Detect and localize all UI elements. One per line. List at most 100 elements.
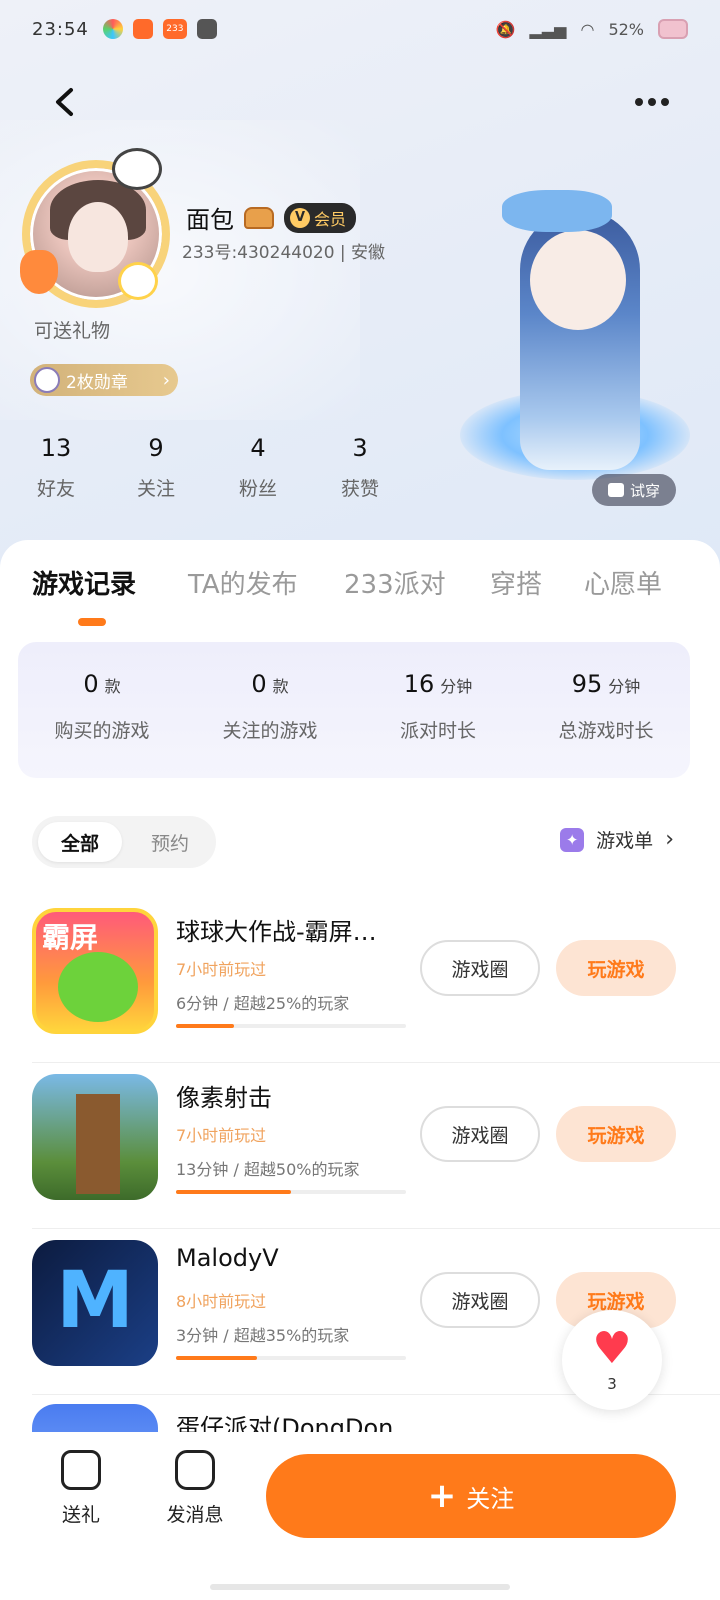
filter-all[interactable]: 全部 — [38, 822, 122, 862]
send-gift-button[interactable]: 送礼 — [36, 1450, 126, 1527]
game-progress-bar — [176, 1356, 406, 1360]
tab-posts[interactable]: TA的发布 — [188, 564, 298, 601]
summary-value: 16 — [403, 670, 435, 698]
stat-label: 获赞 — [340, 478, 379, 500]
tab-party[interactable]: 233派对 — [344, 564, 446, 601]
game-icon[interactable] — [32, 1074, 158, 1200]
game-last-played: 7小时前玩过 — [176, 960, 267, 979]
avatar-face — [68, 202, 128, 272]
play-game-button[interactable]: 玩游戏 — [556, 1106, 676, 1162]
character-bow — [502, 190, 612, 232]
more-icon — [635, 98, 643, 106]
gift-icon — [61, 1450, 101, 1490]
top-nav — [0, 78, 720, 126]
summary-label: 总游戏时长 — [558, 720, 654, 742]
like-button[interactable]: ♥ 3 — [562, 1310, 662, 1410]
stat-likes[interactable]: 3 获赞 — [320, 434, 400, 501]
game-last-played: 8小时前玩过 — [176, 1292, 267, 1311]
sparkle-icon: ✦ — [560, 827, 585, 852]
avatar-frame-carrot-icon — [20, 250, 58, 294]
game-duration: 13分钟 / 超越50%的玩家 — [176, 1160, 360, 1179]
more-icon-dot — [661, 98, 669, 106]
game-summary-card: 0款 购买的游戏 0款 关注的游戏 16 分钟 派对时长 95 分钟 总游戏时长 — [18, 642, 690, 778]
vip-label: 会员 — [314, 209, 347, 229]
stat-friends[interactable]: 13 好友 — [16, 434, 96, 501]
game-row[interactable]: 霸屏 球球大作战-霸屏… 7小时前玩过 6分钟 / 超越25%的玩家 游戏圈 玩… — [0, 908, 720, 1074]
app-notification-icon — [132, 19, 153, 39]
game-icon[interactable]: M — [32, 1240, 158, 1366]
stat-label: 关注 — [136, 478, 175, 500]
summary-label: 购买的游戏 — [54, 720, 150, 742]
tab-indicator — [78, 618, 106, 626]
avatar-character[interactable] — [460, 190, 690, 490]
summary-label: 派对时长 — [399, 720, 476, 742]
app-notification-icon — [196, 19, 217, 39]
tab-game-records[interactable]: 游戏记录 — [32, 564, 136, 601]
medal-text: 2枚勋章 — [66, 372, 128, 393]
summary-followed: 0款 关注的游戏 — [186, 670, 354, 743]
avatar-frame-cat-icon — [112, 148, 162, 190]
stat-number: 9 — [148, 434, 164, 462]
username-row: 面包 V 会员 — [186, 200, 357, 235]
gamelist-link[interactable]: ✦ 游戏单 › — [560, 826, 674, 853]
user-id-location: 233号:430244020 | 安徽 — [182, 243, 386, 263]
tab-wishlist[interactable]: 心愿单 — [584, 564, 662, 601]
bell-off-icon: 🔕 — [495, 19, 516, 39]
summary-unit: 款 — [272, 677, 289, 696]
game-progress-fill — [176, 1356, 257, 1360]
tab-outfits[interactable]: 穿搭 — [490, 564, 542, 601]
game-name: 像素射击 — [176, 1084, 272, 1112]
follow-label: 关注 — [466, 1484, 515, 1513]
app-notification-icon — [102, 19, 123, 39]
bottom-action-bar: 送礼 发消息 + 关注 — [0, 1432, 720, 1600]
game-progress-bar — [176, 1190, 406, 1194]
gamelist-label: 游戏单 — [596, 830, 654, 852]
app-233-icon: 233 — [162, 19, 187, 39]
stat-following[interactable]: 9 关注 — [116, 434, 196, 501]
battery-percent: 52% — [608, 19, 644, 39]
status-time: 23:54 — [32, 18, 89, 40]
game-progress-bar — [176, 1024, 406, 1028]
game-row[interactable]: 像素射击 7小时前玩过 13分钟 / 超越50%的玩家 游戏圈 玩游戏 — [0, 1074, 720, 1240]
send-message-label: 发消息 — [166, 1504, 224, 1526]
message-icon — [175, 1450, 215, 1490]
vip-badge[interactable]: V 会员 — [284, 202, 357, 233]
stat-label: 粉丝 — [238, 478, 277, 500]
game-icon-art — [76, 1094, 120, 1194]
game-circle-button[interactable]: 游戏圈 — [420, 1106, 540, 1162]
game-icon[interactable]: 霸屏 — [32, 908, 158, 1034]
plus-icon: + — [427, 1476, 457, 1516]
summary-unit: 分钟 — [440, 677, 473, 696]
try-on-label: 试穿 — [629, 481, 660, 500]
avatar-frame-egg-icon — [118, 262, 158, 300]
battery-icon — [658, 19, 688, 39]
more-icon-dot — [648, 98, 656, 106]
game-circle-button[interactable]: 游戏圈 — [420, 940, 540, 996]
stat-number: 4 — [250, 434, 266, 462]
game-icon-text: 霸屏 — [42, 921, 99, 954]
summary-value: 95 — [571, 670, 603, 698]
chevron-right-icon: › — [665, 827, 674, 852]
chevron-right-icon: › — [162, 369, 170, 391]
back-arrow-icon — [56, 88, 73, 116]
game-circle-button[interactable]: 游戏圈 — [420, 1272, 540, 1328]
status-bar: 23:54 233 🔕 ▂▃▅ ◠ 52% — [0, 0, 720, 58]
game-icon-text: M — [56, 1256, 134, 1346]
game-filter: 全部 预约 — [32, 816, 216, 868]
stat-fans[interactable]: 4 粉丝 — [218, 434, 298, 501]
home-indicator — [210, 1584, 510, 1590]
heart-icon: ♥ — [592, 1323, 632, 1374]
divider — [32, 1062, 720, 1063]
medal-chip[interactable]: 2枚勋章 › — [30, 364, 178, 396]
follow-button[interactable]: + 关注 — [266, 1454, 676, 1538]
summary-unit: 分钟 — [608, 677, 641, 696]
back-button[interactable] — [44, 82, 84, 122]
send-message-button[interactable]: 发消息 — [150, 1450, 240, 1527]
stat-number: 13 — [40, 434, 72, 462]
like-count: 3 — [607, 1375, 617, 1393]
more-button[interactable] — [628, 82, 676, 122]
stat-label: 好友 — [36, 478, 75, 500]
filter-reserve[interactable]: 预约 — [128, 822, 212, 862]
play-game-button[interactable]: 玩游戏 — [556, 940, 676, 996]
try-on-button[interactable]: 试穿 — [592, 474, 676, 506]
